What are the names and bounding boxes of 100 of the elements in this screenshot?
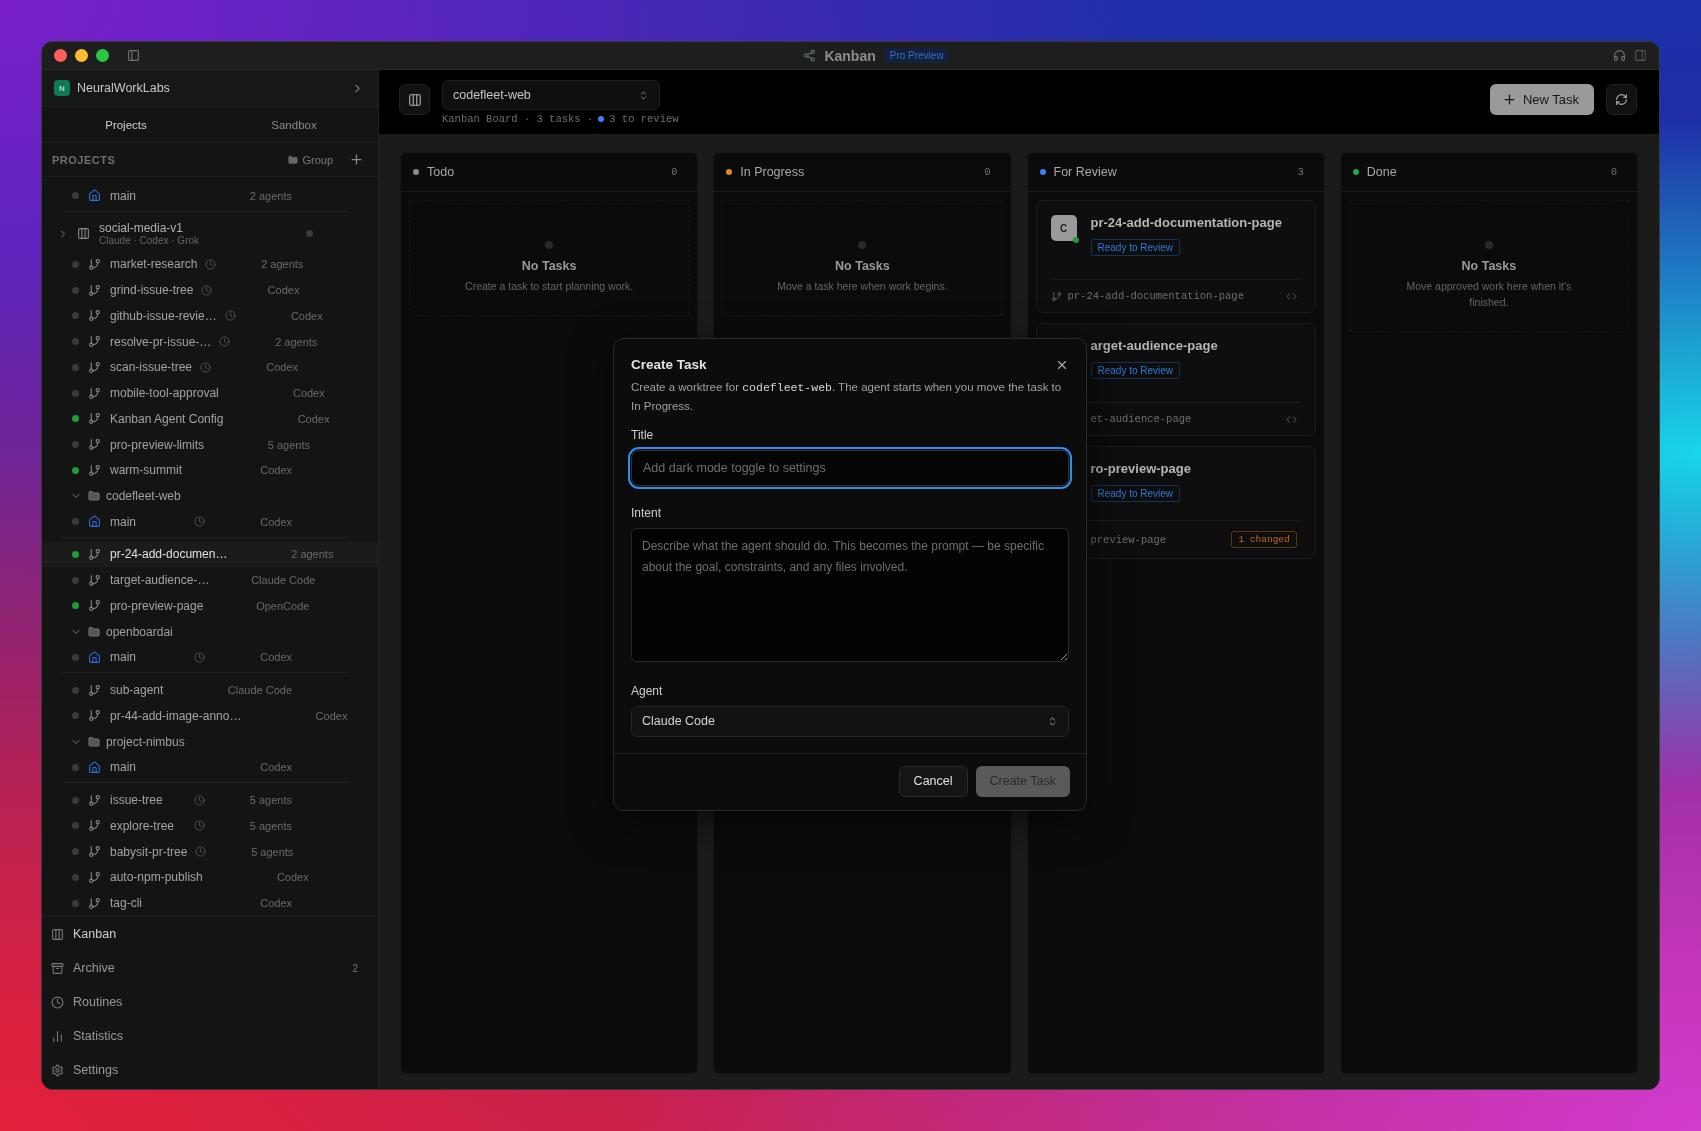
worktree-item[interactable]: auto-npm-publish Codex [42, 864, 378, 891]
agent-label: 5 agents [248, 819, 292, 832]
project-item[interactable]: social-media-v1 Claude · Codex · Grok [42, 215, 378, 252]
column-count: 0 [671, 166, 678, 178]
worktree-item[interactable]: main 2 agents [42, 183, 378, 209]
worktree-item[interactable]: pr-44-add-image-anno… Codex [42, 703, 378, 729]
branch-icon [88, 438, 101, 451]
title-field[interactable]: Add dark mode toggle to settings [631, 449, 1069, 486]
worktree-name: market-research [110, 257, 198, 272]
worktree-item[interactable]: resolve-pr-issue-… 2 agents [42, 328, 378, 355]
folder-icon [88, 735, 100, 748]
worktree-item[interactable]: sub-agent Claude Code [42, 677, 378, 704]
empty-hint: Move approved work here when it's finished. [1405, 279, 1573, 310]
folder-item[interactable]: openboardai [42, 618, 378, 645]
worktree-name: target-audience-… [110, 573, 210, 588]
nav-item[interactable]: Archive 2 [42, 951, 378, 985]
zoom-button[interactable] [96, 49, 109, 62]
folder-name: openboardai [106, 624, 173, 639]
branch-icon [88, 896, 101, 910]
agent-label: Codex [265, 361, 299, 374]
status-tag: Ready to Review [1090, 485, 1181, 502]
branch-icon [88, 463, 101, 477]
branch-icon [88, 283, 101, 297]
project-select[interactable]: codefleet-web [442, 80, 660, 110]
agent-label: 5 agents [266, 438, 310, 451]
plus-icon [1501, 92, 1517, 107]
empty-dot [1484, 241, 1493, 249]
agent-select[interactable]: Claude Code [631, 705, 1069, 737]
chevron-icon [638, 89, 649, 101]
worktree-item[interactable]: pro-preview-limits 5 agents [42, 431, 378, 458]
worktree-name: grind-issue-tree [110, 283, 194, 297]
agent-label: Codex [266, 284, 300, 296]
folder-item[interactable]: project-nimbus [42, 728, 378, 755]
refresh-button[interactable] [1606, 84, 1637, 115]
branch-icon [88, 386, 101, 400]
home-icon [88, 189, 101, 203]
worktree-item[interactable]: market-research 2 agents [42, 251, 378, 278]
agent-label: 2 agents [290, 548, 334, 561]
worktree-item[interactable]: tag-cli Codex [42, 890, 378, 916]
nav-item[interactable]: Settings [42, 1053, 378, 1087]
column-title: In Progress [740, 165, 806, 179]
worktree-item[interactable]: main Codex [42, 508, 378, 535]
board-icon [407, 92, 422, 107]
branch-icon [88, 870, 101, 884]
worktree-item[interactable]: main Codex [42, 754, 378, 781]
minimize-button[interactable] [75, 49, 88, 62]
worktree-name: main [110, 650, 137, 665]
sidebar-toggle-icon[interactable] [127, 49, 140, 62]
intent-field[interactable]: Describe what the agent should do. This becomes the prompt — be specific about the goal, constraints, and any files involved. [631, 527, 1069, 662]
nav-label: Archive [73, 961, 116, 975]
field-label: Agent [631, 683, 664, 698]
board-view-button[interactable] [399, 84, 430, 115]
nav-item[interactable]: Routines [42, 985, 378, 1019]
worktree-item[interactable]: issue-tree 5 agents [42, 787, 378, 814]
sidebar-tab[interactable]: Projects [42, 107, 210, 142]
agent-label: Codex [259, 651, 292, 664]
new-task-button[interactable]: New Task [1489, 84, 1594, 115]
worktree-item[interactable]: github-issue-revie… Codex [42, 302, 378, 329]
worktree-item[interactable]: pro-preview-page OpenCode [42, 593, 378, 619]
group-button[interactable]: Group [288, 153, 333, 166]
empty-dot [858, 241, 867, 249]
cancel-button[interactable]: Cancel [898, 765, 968, 797]
agent-label: Codex [289, 309, 323, 322]
agent-label: Codex [314, 709, 348, 722]
branch-icon [88, 819, 101, 833]
worktree-item[interactable]: babysit-pr-tree 5 agents [42, 838, 378, 865]
worktree-item[interactable]: grind-issue-tree Codex [42, 277, 378, 303]
worktree-name: pr-44-add-image-anno… [110, 708, 242, 723]
close-button[interactable] [54, 49, 67, 62]
field-label: Intent [631, 505, 663, 520]
code-icon [1285, 290, 1297, 302]
task-card[interactable]: C pr-24-add-documentation-page Ready to Review pr-24-add-documentation-page [1035, 200, 1316, 313]
folder-item[interactable]: codefleet-web [42, 483, 378, 509]
nav-count: 2 [352, 962, 358, 974]
nav-label: Settings [73, 1063, 120, 1077]
worktree-item[interactable]: warm-summit Codex [42, 457, 378, 484]
agent-label: 5 agents [250, 845, 294, 858]
nav-item[interactable]: Statistics [42, 1019, 378, 1053]
branch-icon [88, 573, 101, 587]
branch-icon [88, 683, 101, 697]
sidebar-tab[interactable]: Sandbox [210, 107, 378, 142]
worktree-item[interactable]: target-audience-… Claude Code [42, 567, 378, 594]
agent-label: Claude Code [226, 684, 292, 697]
empty-dot [545, 241, 554, 249]
chevron-icon [1047, 715, 1058, 727]
worktree-item[interactable]: Kanban Agent Config Codex [42, 405, 378, 432]
home-icon [88, 760, 101, 774]
headphones-icon[interactable] [1613, 49, 1626, 62]
worktree-name: mobile-tool-approval [110, 386, 219, 400]
project-name: social-media-v1 [99, 221, 185, 236]
worktree-item[interactable]: pr-24-add-documen… 2 agents [42, 541, 378, 568]
worktree-item[interactable]: main Codex [42, 644, 378, 671]
worktree-item[interactable]: scan-issue-tree Codex [42, 354, 378, 381]
review-count: 3 to review [609, 113, 679, 125]
worktree-name: main [110, 188, 137, 203]
task-title: pr-24-add-documentation-page [1090, 215, 1282, 230]
worktree-item[interactable]: explore-tree 5 agents [42, 813, 378, 839]
add-button[interactable] [349, 152, 364, 167]
nav-item[interactable]: Kanban [42, 917, 378, 951]
worktree-item[interactable]: mobile-tool-approval Codex [42, 380, 378, 406]
